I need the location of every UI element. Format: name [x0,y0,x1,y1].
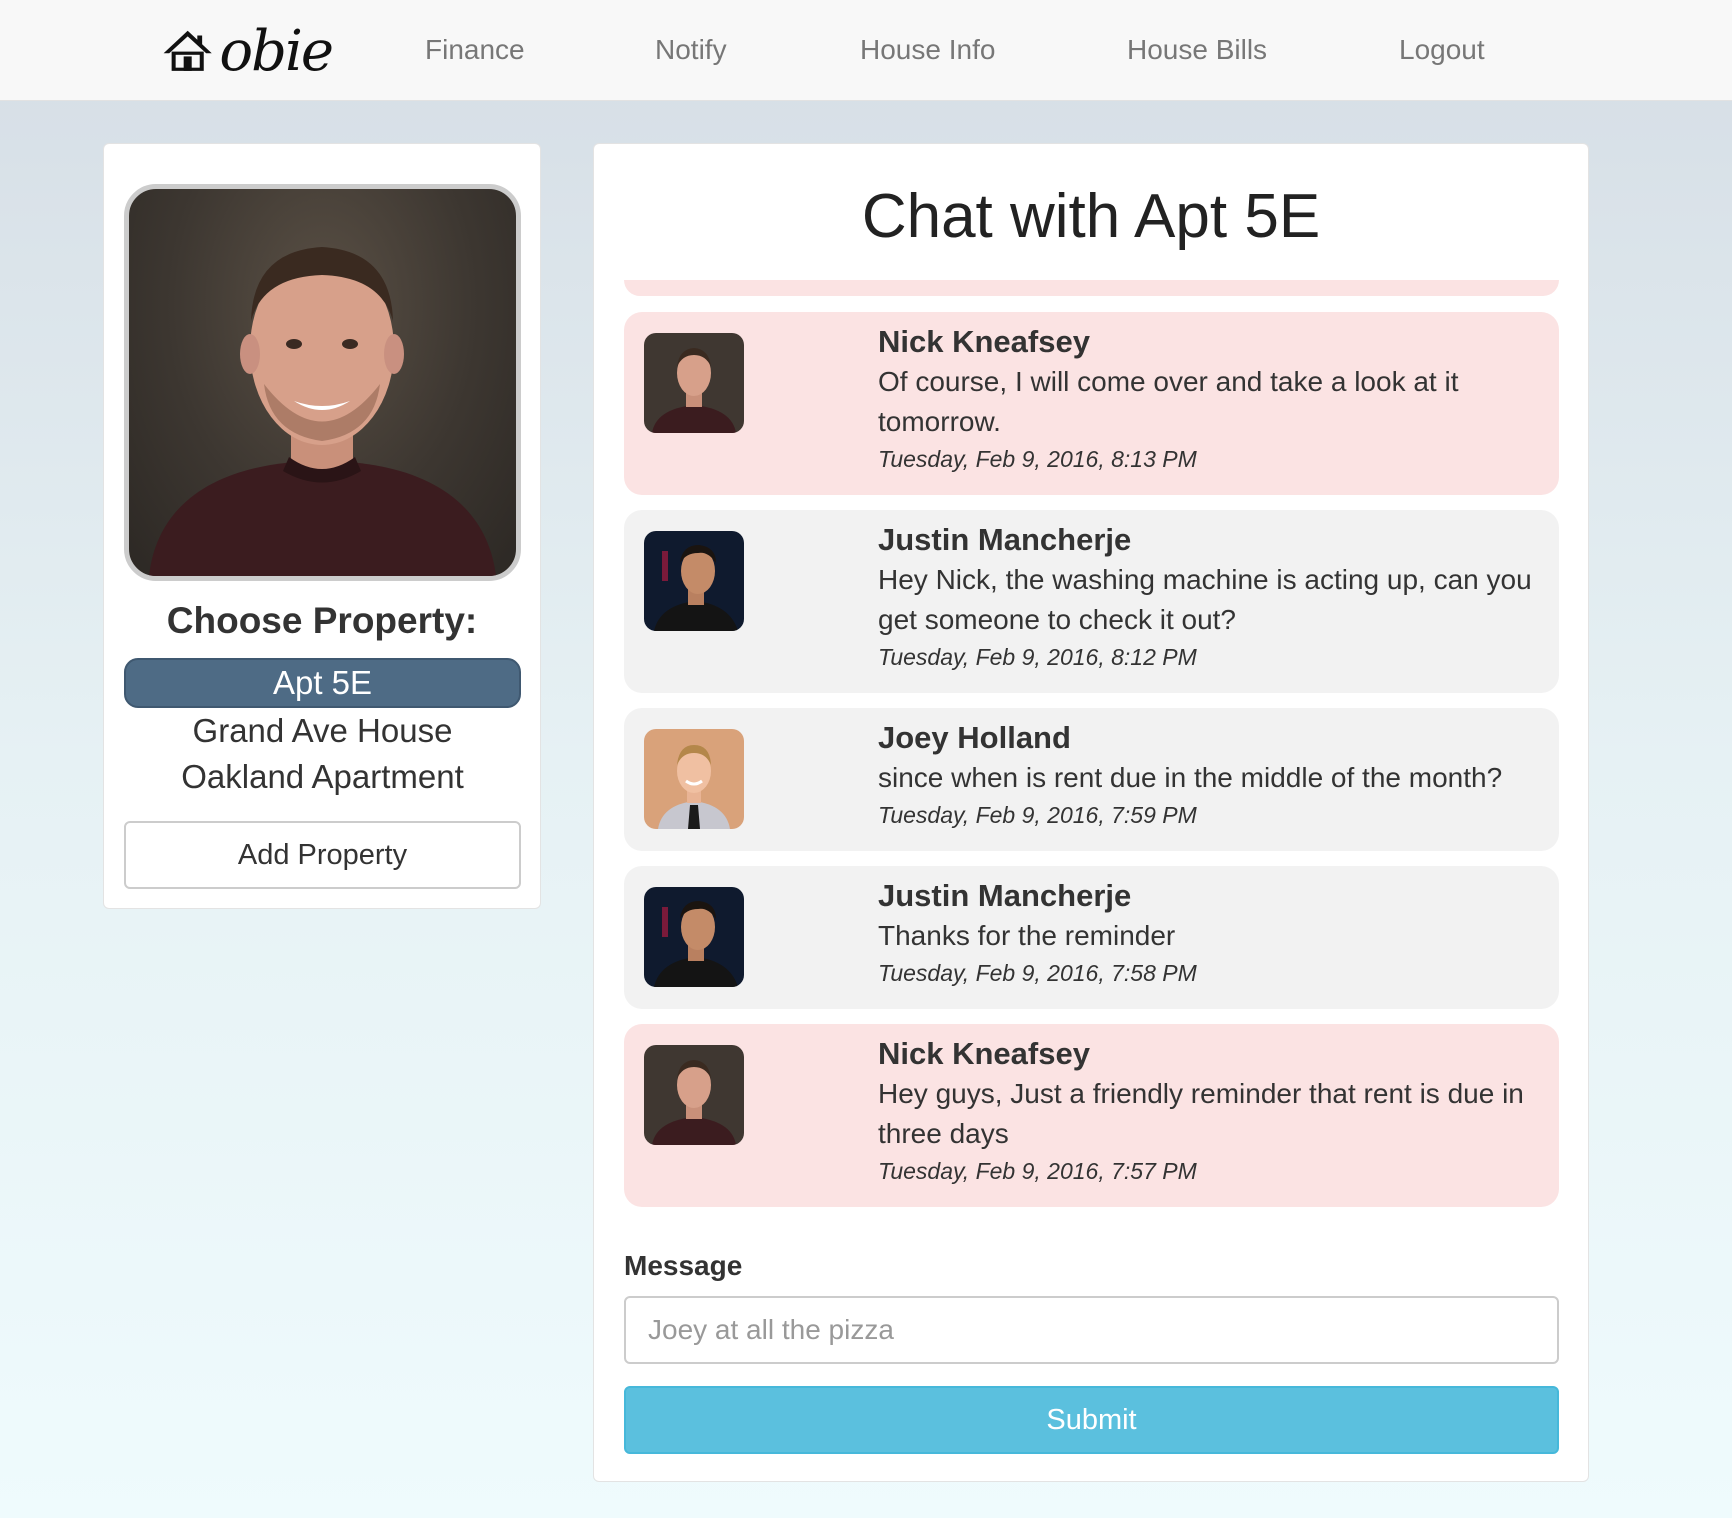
message-text: Hey guys, Just a friendly reminder that … [878,1078,1524,1149]
property-grand-ave-house[interactable]: Grand Ave House [124,708,521,754]
message-author: Justin Mancherje [878,878,1132,913]
user-profile-photo [124,184,521,581]
message-author: Nick Kneafsey [878,324,1090,359]
property-list: Apt 5E Grand Ave House Oakland Apartment [124,658,521,800]
message-card: Nick Kneafsey Of course, I will come ove… [624,312,1559,495]
add-property-button[interactable]: Add Property [124,821,521,889]
message-label: Message [624,1250,743,1281]
message-timestamp: Tuesday, Feb 9, 2016, 8:12 PM [878,644,1197,670]
message-text: since when is rent due in the middle of … [878,762,1503,793]
chat-panel: Chat with Apt 5E Nick Kneafsey Of course… [593,143,1589,1482]
message-card: Justin Mancherje Hey Nick, the washing m… [624,510,1559,693]
brand-wordmark: obie [219,19,334,84]
message-card: Justin Mancherje Thanks for the reminder… [624,866,1559,1009]
message-timestamp: Tuesday, Feb 9, 2016, 7:57 PM [878,1158,1197,1184]
message-author: Joey Holland [878,720,1071,755]
message-card: Joey Holland since when is rent due in t… [624,708,1559,851]
message-timestamp: Tuesday, Feb 9, 2016, 8:13 PM [878,446,1197,472]
property-sidebar: Choose Property: Apt 5E Grand Ave House … [103,143,541,909]
avatar-justin [644,887,744,987]
house-icon [163,30,212,71]
message-author: Justin Mancherje [878,522,1132,557]
property-oakland-apartment[interactable]: Oakland Apartment [124,754,521,800]
avatar-nick [644,1045,744,1145]
nav-notify[interactable]: Notify [655,30,727,70]
property-apt-5e[interactable]: Apt 5E [124,658,521,708]
message-card: Nick Kneafsey Hey guys, Just a friendly … [624,1024,1559,1207]
brand-logo[interactable]: obie [162,18,334,84]
message-author: Nick Kneafsey [878,1036,1090,1071]
avatar-nick [644,333,744,433]
choose-property-label: Choose Property: [166,600,478,641]
nav-finance[interactable]: Finance [425,30,525,70]
nav-house-bills[interactable]: House Bills [1127,30,1267,70]
top-navbar: obie Finance Notify House Info House Bil… [0,0,1732,101]
message-input[interactable] [624,1296,1559,1364]
avatar-joey [644,729,744,829]
nav-logout[interactable]: Logout [1399,30,1485,70]
message-card-partial [624,280,1559,296]
message-timestamp: Tuesday, Feb 9, 2016, 7:58 PM [878,960,1197,986]
message-timestamp: Tuesday, Feb 9, 2016, 7:59 PM [878,802,1197,828]
submit-button[interactable]: Submit [624,1386,1559,1454]
nav-house-info[interactable]: House Info [860,30,995,70]
chat-title: Chat with Apt 5E [861,182,1321,251]
message-text: Thanks for the reminder [878,920,1176,951]
message-text: Hey Nick, the washing machine is acting … [878,564,1532,635]
message-text: Of course, I will come over and take a l… [878,366,1459,437]
message-list[interactable]: Nick Kneafsey Of course, I will come ove… [624,280,1559,1340]
avatar-justin [644,531,744,631]
